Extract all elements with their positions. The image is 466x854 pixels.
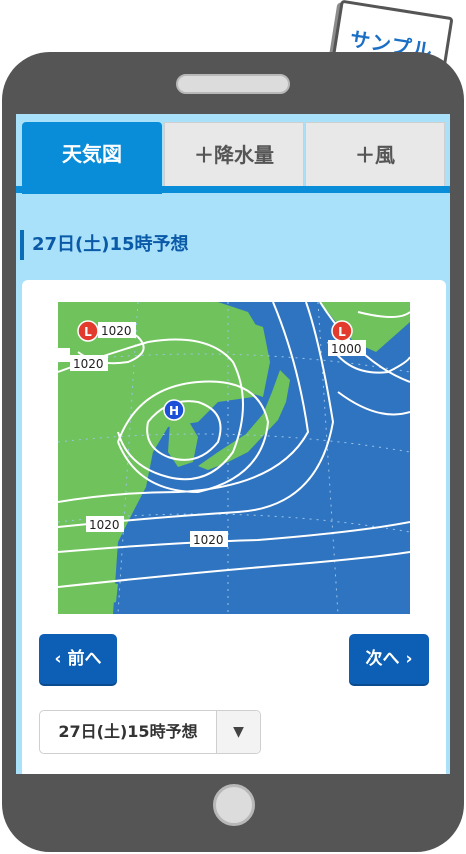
low-label: L xyxy=(338,325,346,339)
page-title: 27日(土)15時予想 xyxy=(20,230,189,260)
tab-underline xyxy=(16,186,450,193)
pressure-label: 1020 xyxy=(89,518,120,532)
tab-weather-map[interactable]: 天気図 xyxy=(22,122,162,194)
forecast-time-select[interactable]: 27日(土)15時予想 ▼ xyxy=(39,710,261,754)
low-label: L xyxy=(84,325,92,339)
phone-screen: 天気図 ＋降水量 ＋風 27日(土)15時予想 1020 1020 1000 1… xyxy=(16,114,450,774)
pressure-label: 1020 xyxy=(73,357,104,371)
select-value: 27日(土)15時予想 xyxy=(40,711,217,753)
prev-button[interactable]: ‹ 前へ xyxy=(39,634,117,684)
weather-map: 1020 1020 1000 1020 1020 L L H xyxy=(58,302,410,614)
tab-wind[interactable]: ＋風 xyxy=(305,122,445,186)
pressure-label: 1000 xyxy=(331,342,362,356)
chevron-down-icon[interactable]: ▼ xyxy=(217,711,260,753)
low-pressure-east: L xyxy=(331,320,353,342)
tab-bar: 天気図 ＋降水量 ＋風 xyxy=(16,122,450,194)
home-button[interactable] xyxy=(213,784,255,826)
phone-speaker xyxy=(176,74,290,94)
tab-precipitation[interactable]: ＋降水量 xyxy=(164,122,304,186)
high-label: H xyxy=(169,404,179,418)
map-card: 1020 1020 1000 1020 1020 L L H ‹ 前へ 次へ ›… xyxy=(22,280,446,774)
low-pressure-west: L xyxy=(77,320,99,342)
high-pressure: H xyxy=(163,399,185,421)
next-button[interactable]: 次へ › xyxy=(349,634,429,684)
pressure-label: 1020 xyxy=(193,533,224,547)
pressure-label: 1020 xyxy=(101,324,132,338)
pressure-label-bg xyxy=(58,348,70,362)
